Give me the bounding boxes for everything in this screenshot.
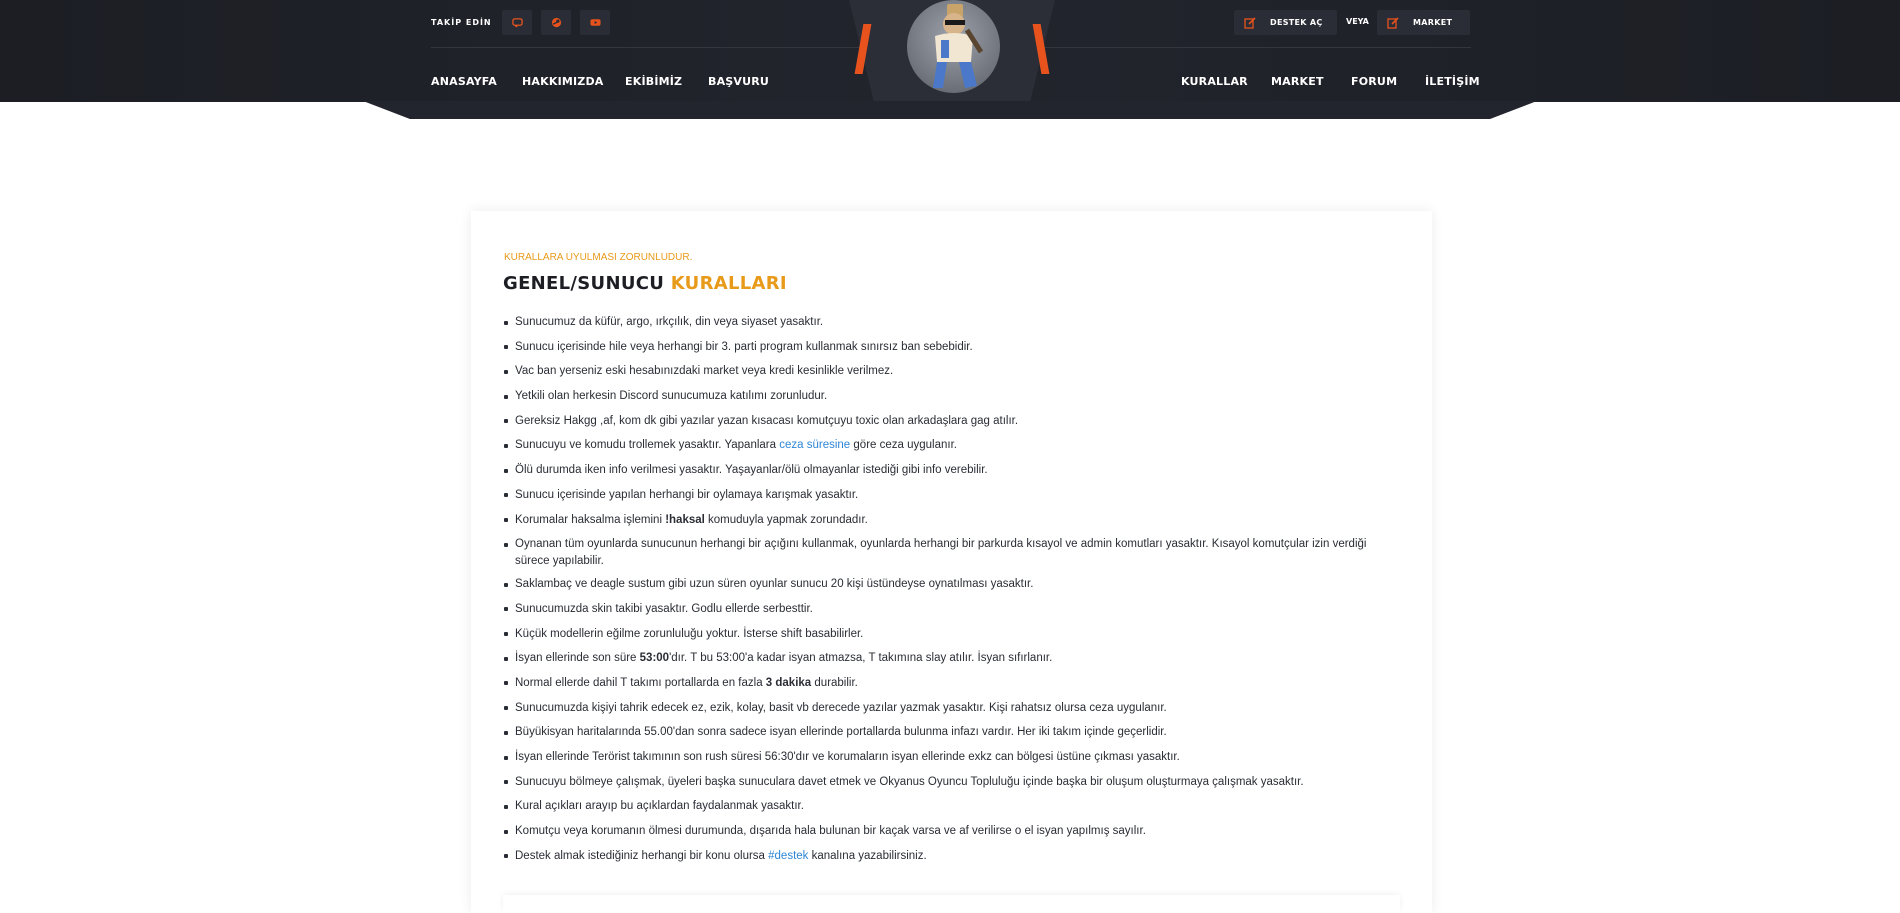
rule-item: Sunucumuzda skin takibi yasaktır. Godlu … [503, 601, 1403, 618]
site-logo[interactable] [849, 0, 1055, 101]
rule-text: durabilir. [811, 676, 858, 689]
rule-item: Sunucuyu bölmeye çalışmak, üyeleri başka… [503, 774, 1403, 791]
nav-forum[interactable]: FORUM [1351, 75, 1397, 88]
youtube-button[interactable] [580, 10, 610, 35]
nav-home[interactable]: ANASAYFA [431, 75, 497, 88]
follow-label: TAKİP EDİN [431, 18, 492, 27]
edit-icon [1387, 16, 1399, 29]
support-button-label: DESTEK AÇ [1270, 18, 1323, 27]
rules-list: Sunucumuz da küfür, argo, ırkçılık, din … [503, 314, 1403, 872]
or-label: VEYA [1346, 17, 1369, 26]
rule-item: Oynanan tüm oyunlarda sunucunun herhangi… [503, 536, 1403, 569]
rule-item: Vac ban yerseniz eski hesabınızdaki mark… [503, 363, 1403, 380]
rule-item: Kural açıkları arayıp bu açıklardan fayd… [503, 798, 1403, 815]
rule-item: Büyükisyan haritalarında 55.00'dan sonra… [503, 724, 1403, 741]
rule-item: Destek almak istediğiniz herhangi bir ko… [503, 848, 1403, 865]
nav-team[interactable]: EKİBİMİZ [625, 75, 682, 88]
rule-text: Sunucumuz da küfür, argo, ırkçılık, din … [515, 316, 824, 328]
market-header-button[interactable]: MARKET [1377, 10, 1470, 35]
rule-emphasis: !haksal [665, 513, 705, 526]
rule-text: Gereksiz Hakgg ,af, kom dk gibi yazılar … [515, 414, 1019, 427]
rule-text: Kural açıkları arayıp bu açıklardan fayd… [515, 800, 804, 813]
nav-about[interactable]: HAKKIMIZDA [522, 75, 604, 88]
rule-text: Sunucumuzda kişiyi tahrik edecek ez, ezi… [515, 701, 1167, 714]
rule-text: Korumalar haksalma işlemini [515, 513, 666, 526]
rule-emphasis: 3 dakika [765, 676, 812, 689]
rule-text: Büyükisyan haritalarında 55.00'dan sonra… [515, 726, 1167, 739]
rule-text: kanalına yazabilirsiniz. [808, 849, 927, 862]
rule-link[interactable]: ceza süresine [779, 439, 850, 451]
rule-item: Sunucu içerisinde hile veya herhangi bir… [503, 339, 1403, 356]
rule-text: Sunucumuzda skin takibi yasaktır. Godlu … [515, 602, 813, 615]
rule-text: Oynanan tüm oyunlarda sunucunun herhangi… [515, 538, 1367, 567]
rule-link[interactable]: #destek [768, 850, 808, 862]
rule-text: Sunucu içerisinde yapılan herhangi bir o… [515, 488, 859, 501]
rule-item: İsyan ellerinde Terörist takımının son r… [503, 749, 1403, 766]
rule-item: Komutçu veya korumanın ölmesi durumunda,… [503, 823, 1403, 840]
rule-emphasis: 53:00 [639, 652, 670, 665]
discord-button[interactable] [502, 10, 532, 35]
steam-icon [551, 17, 561, 28]
rule-text: İsyan ellerinde Terörist takımının son r… [515, 751, 1180, 763]
rule-text: Saklambaç ve deagle sustum gibi uzun sür… [515, 578, 1034, 591]
nav-market[interactable]: MARKET [1271, 75, 1324, 88]
rule-text: Sunucuyu bölmeye çalışmak, üyeleri başka… [515, 775, 1304, 788]
support-button[interactable]: DESTEK AÇ [1234, 10, 1337, 35]
market-button-label: MARKET [1413, 18, 1453, 27]
edit-icon [1244, 16, 1256, 29]
rule-item: Yetkili olan herkesin Discord sunucumuza… [503, 388, 1403, 405]
nav-application[interactable]: BAŞVURU [708, 75, 769, 88]
logo-mascot-image [907, 0, 1000, 93]
rule-item: Ölü durumda iken info verilmesi yasaktır… [503, 462, 1403, 479]
rule-item: Küçük modellerin eğilme zorunluluğu yokt… [503, 626, 1403, 643]
youtube-icon [589, 19, 601, 26]
rule-item: Gereksiz Hakgg ,af, kom dk gibi yazılar … [503, 413, 1403, 430]
steam-button[interactable] [541, 10, 571, 35]
rule-text: göre ceza uygulanır. [850, 439, 957, 452]
nav-contact[interactable]: İLETİŞİM [1425, 75, 1480, 88]
rule-item: İsyan ellerinde son süre 53:00'dır. T bu… [503, 650, 1403, 667]
rule-item: Sunucumuz da küfür, argo, ırkçılık, din … [503, 314, 1403, 331]
rules-subtitle: KURALLARA UYULMASI ZORUNLUDUR. [504, 252, 693, 263]
rule-item: Korumalar haksalma işlemini !haksal komu… [503, 512, 1403, 529]
nav-rules[interactable]: KURALLAR [1181, 75, 1248, 88]
rule-text: Normal ellerde dahil T takımı portallard… [515, 676, 766, 689]
rule-item: Normal ellerde dahil T takımı portallard… [503, 675, 1403, 692]
rules-title: GENEL/SUNUCU KURALLARI [503, 273, 787, 294]
header-bottom-tab [363, 101, 1537, 119]
rule-item: Sunucumuzda kişiyi tahrik edecek ez, ezi… [503, 700, 1403, 717]
rule-text: Destek almak istediğiniz herhangi bir ko… [515, 849, 769, 862]
rule-item: Sunucuyu ve komudu trollemek yasaktır. Y… [503, 437, 1403, 454]
rule-text: Vac ban yerseniz eski hesabınızdaki mark… [515, 365, 894, 378]
rule-item: Sunucu içerisinde yapılan herhangi bir o… [503, 487, 1403, 504]
rule-text: Sunucu içerisinde hile veya herhangi bir… [515, 340, 973, 353]
site-header: TAKİP EDİN DESTEK AÇ VEYA MARKET ANASAYF… [0, 0, 1900, 119]
discord-icon [511, 18, 523, 28]
rule-item: Saklambaç ve deagle sustum gibi uzun sür… [503, 576, 1403, 593]
next-card-top [503, 895, 1400, 913]
rule-text: Ölü durumda iken info verilmesi yasaktır… [515, 464, 988, 477]
rule-text: 'dır. T bu 53:00'a kadar isyan atmazsa, … [669, 652, 1053, 665]
rule-text: Komutçu veya korumanın ölmesi durumunda,… [515, 825, 1146, 838]
rule-text: Sunucuyu ve komudu trollemek yasaktır. Y… [515, 439, 780, 452]
rule-text: Küçük modellerin eğilme zorunluluğu yokt… [515, 627, 864, 640]
rule-text: İsyan ellerinde son süre [515, 652, 640, 665]
rule-text: komuduyla yapmak zorundadır. [704, 513, 868, 526]
rules-title-accent: KURALLARI [670, 273, 787, 294]
rule-text: Yetkili olan herkesin Discord sunucumuza… [515, 390, 828, 403]
